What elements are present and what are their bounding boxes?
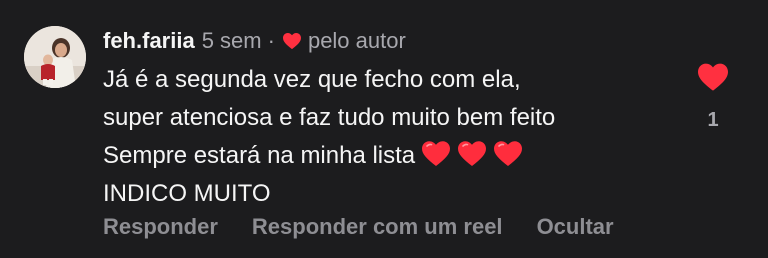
comment-meta: feh.fariia 5 sem · pelo autor bbox=[103, 25, 663, 57]
red-heart-emoji-icon bbox=[458, 141, 487, 166]
red-heart-emoji-icon bbox=[422, 141, 451, 166]
comment-line: super atenciosa e faz tudo muito bem fei… bbox=[103, 104, 556, 131]
like-count[interactable]: 1 bbox=[694, 109, 732, 132]
heart-icon bbox=[282, 32, 301, 50]
reply-with-reel-button[interactable]: Responder com um reel bbox=[252, 214, 503, 240]
comment-actions: Responder Responder com um reel Ocultar bbox=[103, 214, 614, 240]
comment-text: Já é a segunda vez que fecho com ela, su… bbox=[103, 61, 663, 213]
like-heart-icon[interactable] bbox=[696, 62, 730, 92]
hide-button[interactable]: Ocultar bbox=[537, 214, 614, 240]
comment-line: Já é a segunda vez que fecho com ela, bbox=[103, 66, 521, 93]
comment-line: Sempre estará na minha lista bbox=[103, 142, 416, 169]
comment-line: INDICO MUITO bbox=[103, 180, 271, 207]
avatar[interactable] bbox=[24, 26, 86, 88]
comment-line-with-emoji: Sempre estará na minha lista bbox=[103, 137, 663, 175]
meta-separator: · bbox=[267, 28, 275, 53]
comment-item: feh.fariia 5 sem · pelo autor Já é a seg… bbox=[0, 0, 768, 258]
like-control: 1 bbox=[694, 62, 732, 132]
liked-by-author-label: pelo autor bbox=[307, 28, 406, 53]
comment-time: 5 sem bbox=[201, 28, 262, 53]
avatar-photo bbox=[24, 26, 86, 88]
username[interactable]: feh.fariia bbox=[103, 28, 195, 54]
comment-content: feh.fariia 5 sem · pelo autor Já é a seg… bbox=[103, 25, 663, 213]
red-heart-emoji-icon bbox=[494, 141, 523, 166]
reply-button[interactable]: Responder bbox=[103, 214, 218, 240]
